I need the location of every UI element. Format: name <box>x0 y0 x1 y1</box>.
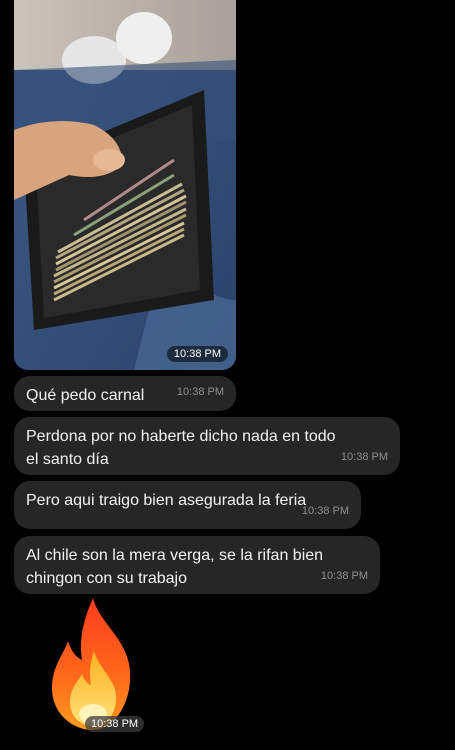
message-bubble[interactable]: Pero aqui traigo bien asegurada la feria… <box>14 481 361 529</box>
message-text: Pero aqui traigo bien asegurada la feria <box>26 492 307 509</box>
message-timestamp: 10:38 PM <box>320 570 368 582</box>
message-bubble[interactable]: Qué pedo carnal 10:38 PM <box>14 376 236 411</box>
fire-icon <box>52 598 131 730</box>
fire-emoji-message[interactable] <box>38 596 148 736</box>
emoji-timestamp: 10:38 PM <box>85 716 145 732</box>
message-timestamp: 10:38 PM <box>176 386 224 398</box>
photo-timestamp: 10:38 PM <box>166 346 228 362</box>
message-timestamp: 10:38 PM <box>301 505 349 517</box>
photo-message[interactable]: 10:38 PM <box>14 0 236 370</box>
wallet-photo <box>14 0 236 370</box>
message-text-line: Al chile son la mera verga, se la rifan … <box>26 547 324 564</box>
message-bubble[interactable]: Al chile son la mera verga, se la rifan … <box>14 536 380 594</box>
message-text-line: el santo día <box>26 451 109 468</box>
message-text: Qué pedo carnal <box>26 387 145 404</box>
message-text-line: Perdona por no haberte dicho nada en tod… <box>26 428 336 445</box>
message-timestamp: 10:38 PM <box>340 451 388 463</box>
message-bubble[interactable]: Perdona por no haberte dicho nada en tod… <box>14 417 400 475</box>
message-text-line: chingon con su trabajo <box>26 570 187 587</box>
